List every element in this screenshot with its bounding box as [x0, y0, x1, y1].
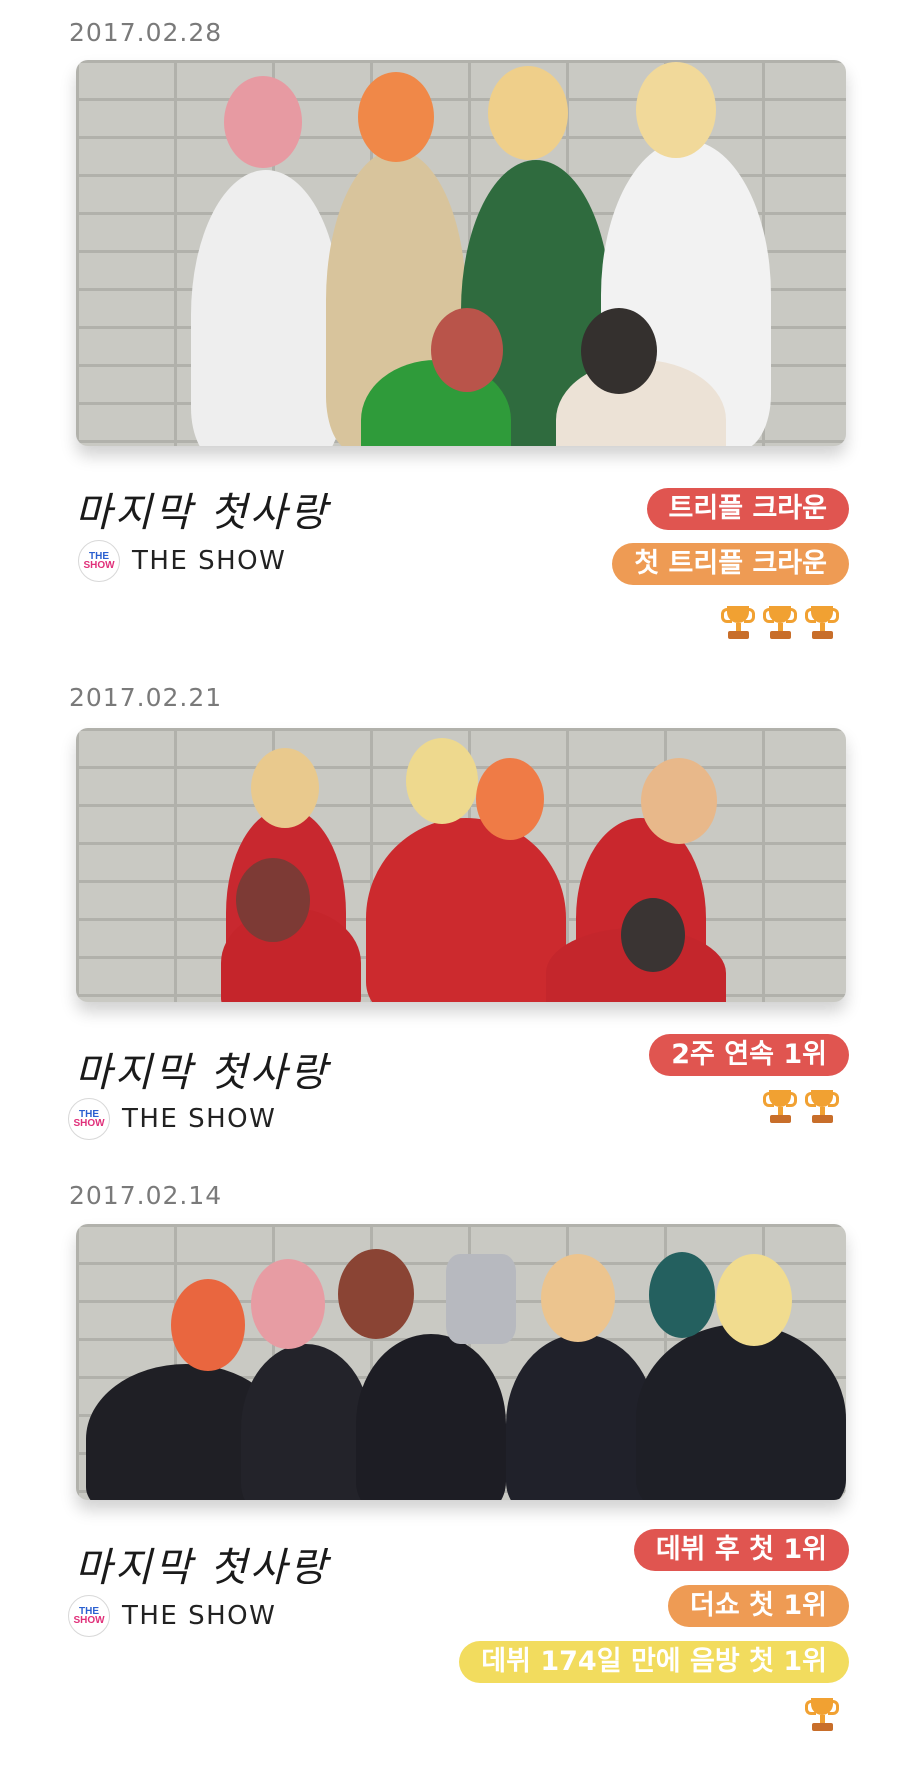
trophy-row — [721, 606, 839, 642]
badge-first-win: 데뷔 후 첫 1위 — [633, 1529, 849, 1571]
trophy-icon — [721, 606, 755, 642]
show-name: THE SHOW — [132, 546, 287, 576]
badge-debut-174-days: 데뷔 174일 만에 음방 첫 1위 — [459, 1641, 849, 1683]
trophy-row — [763, 1090, 839, 1126]
show-label: THE SHOW THE SHOW — [68, 1595, 276, 1637]
badge-the-show-first-win: 더쇼 첫 1위 — [668, 1585, 849, 1627]
show-name: THE SHOW — [122, 1601, 277, 1631]
trophy-icon — [805, 606, 839, 642]
group-photo[interactable] — [76, 60, 846, 446]
entry-date: 2017.02.21 — [69, 683, 223, 712]
the-show-logo-icon: THE SHOW — [68, 1595, 110, 1637]
song-title: 마지막 첫사랑 — [75, 1545, 330, 1591]
trophy-icon — [805, 1698, 839, 1734]
song-title: 마지막 첫사랑 — [75, 490, 330, 536]
the-show-logo-icon: THE SHOW — [78, 540, 120, 582]
show-name: THE SHOW — [122, 1104, 277, 1134]
badge-triple-crown: 트리플 크라운 — [646, 488, 849, 530]
group-photo[interactable] — [76, 1224, 846, 1500]
entry-date: 2017.02.14 — [69, 1181, 223, 1210]
trophy-icon — [805, 1090, 839, 1126]
badge-first-triple-crown: 첫 트리플 크라운 — [612, 543, 849, 585]
group-photo[interactable] — [76, 728, 846, 1002]
show-label: THE SHOW THE SHOW — [78, 540, 286, 582]
trophy-icon — [763, 606, 797, 642]
the-show-logo-icon: THE SHOW — [68, 1098, 110, 1140]
trophy-icon — [763, 1090, 797, 1126]
badge-two-week-win: 2주 연속 1위 — [649, 1034, 849, 1076]
song-title: 마지막 첫사랑 — [75, 1050, 330, 1096]
trophy-row — [805, 1698, 839, 1734]
entry-date: 2017.02.28 — [69, 18, 223, 47]
show-label: THE SHOW THE SHOW — [68, 1098, 276, 1140]
